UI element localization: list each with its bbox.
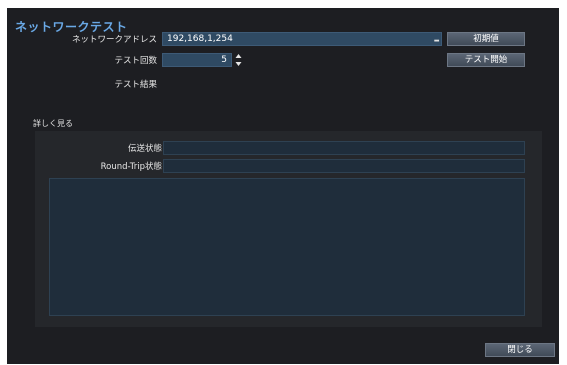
address-field[interactable]: 192,168,1,254 ▂	[162, 32, 442, 46]
details-panel: 伝送状態 Round-Trip状態	[35, 131, 542, 327]
close-button[interactable]: 閉じる	[485, 343, 555, 357]
count-value: 5	[221, 55, 227, 65]
transfer-label: 伝送状態	[127, 144, 162, 154]
address-label: ネットワークアドレス	[71, 35, 157, 45]
transfer-field	[163, 141, 525, 155]
roundtrip-label: Round-Trip状態	[100, 162, 162, 172]
result-log-area	[49, 178, 525, 316]
spinner-up-icon[interactable]	[235, 54, 242, 58]
start-test-button[interactable]: テスト開始	[447, 53, 525, 67]
network-test-dialog: ネットワークテスト ネットワークアドレス 192,168,1,254 ▂ 初期値…	[7, 8, 559, 364]
spinner-down-icon[interactable]	[235, 62, 242, 66]
roundtrip-field	[163, 159, 525, 173]
count-label: テスト回数	[114, 56, 157, 66]
address-value: 192,168,1,254	[167, 34, 233, 44]
dropdown-icon[interactable]: ▂	[434, 33, 439, 45]
count-field[interactable]: 5	[162, 53, 232, 67]
default-button[interactable]: 初期値	[447, 32, 525, 46]
details-label: 詳しく見る	[33, 119, 73, 128]
result-label: テスト結果	[114, 80, 157, 90]
spinner-icon[interactable]	[235, 53, 242, 67]
